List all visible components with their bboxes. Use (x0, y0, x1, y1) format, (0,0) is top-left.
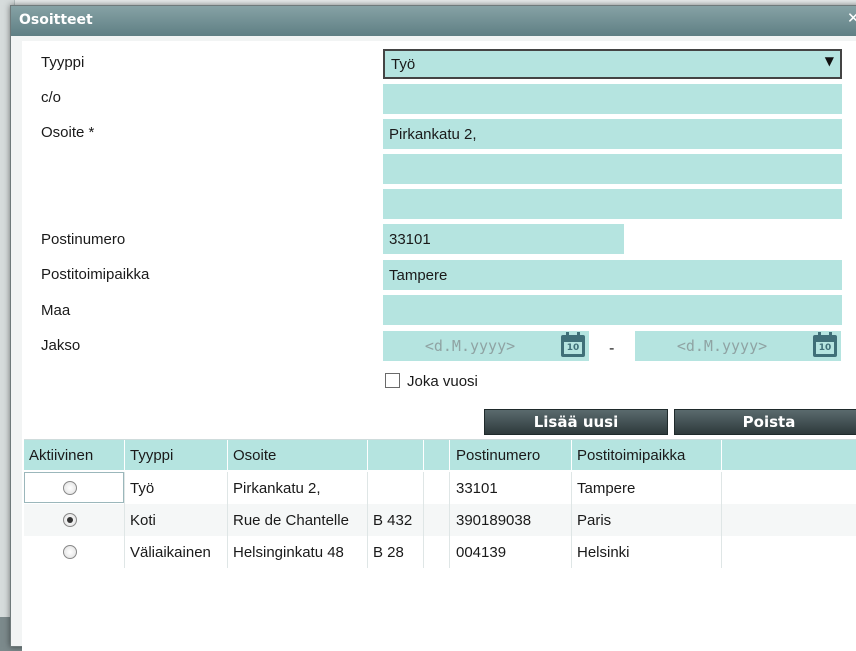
period-label: Jakso (41, 337, 81, 354)
cell-city: Paris (577, 512, 612, 529)
period-start-field[interactable]: <d.M.yyyy> 10 (383, 331, 589, 361)
cell-postal-code: 390189038 (456, 512, 532, 529)
cell-extra: B 28 (373, 544, 404, 561)
column-header-active[interactable]: Aktiivinen (29, 447, 93, 464)
column-header-address[interactable]: Osoite (233, 447, 276, 464)
table-row[interactable]: Väliaikainen Helsinginkatu 48 B 28 00413… (24, 536, 856, 568)
active-radio[interactable] (63, 481, 77, 495)
dialog-content: Tyyppi Työ ▼ c/o Osoite * Postinumero Po… (22, 41, 856, 651)
co-label: c/o (41, 89, 62, 106)
address-line1-input[interactable] (383, 119, 842, 149)
column-header-city[interactable]: Postitoimipaikka (577, 447, 685, 464)
table-row[interactable]: Koti Rue de Chantelle B 432 390189038 Pa… (24, 504, 856, 536)
close-icon[interactable]: ✕ (847, 11, 856, 26)
add-new-button[interactable]: Lisää uusi (484, 409, 668, 435)
type-select[interactable]: Työ ▼ (383, 49, 842, 79)
country-input[interactable] (383, 295, 842, 325)
period-end-placeholder: <d.M.yyyy> (676, 337, 768, 355)
cell-address: Helsinginkatu 48 (233, 544, 344, 561)
chevron-down-icon[interactable]: ▼ (825, 54, 834, 68)
period-start-placeholder: <d.M.yyyy> (424, 337, 516, 355)
dialog-title: Osoitteet (19, 12, 93, 28)
cell-type: Väliaikainen (130, 544, 211, 561)
table-header: Aktiivinen Tyyppi Osoite Postinumero Pos… (24, 439, 856, 471)
type-select-value: Työ (391, 56, 416, 73)
period-end-field[interactable]: <d.M.yyyy> 10 (635, 331, 841, 361)
type-label: Tyyppi (41, 54, 85, 71)
co-input[interactable] (383, 84, 842, 114)
cell-type: Koti (130, 512, 156, 529)
cell-type: Työ (130, 480, 155, 497)
calendar-icon[interactable]: 10 (561, 332, 585, 357)
yearly-checkbox[interactable] (385, 373, 400, 388)
cell-address: Rue de Chantelle (233, 512, 349, 529)
address-label: Osoite * (41, 124, 95, 141)
address-line3-input[interactable] (383, 189, 842, 219)
active-radio[interactable] (63, 545, 77, 559)
calendar-icon[interactable]: 10 (813, 332, 837, 357)
table-row[interactable]: Työ Pirkankatu 2, 33101 Tampere (24, 472, 856, 504)
delete-button[interactable]: Poista (674, 409, 856, 435)
cell-address: Pirkankatu 2, (233, 480, 321, 497)
cell-postal-code: 33101 (456, 480, 498, 497)
column-header-type[interactable]: Tyyppi (130, 447, 173, 464)
dialog-titlebar[interactable]: Osoitteet ✕ (11, 6, 856, 36)
active-radio[interactable] (63, 513, 77, 527)
country-label: Maa (41, 302, 71, 319)
addresses-dialog: Osoitteet ✕ Tyyppi Työ ▼ c/o Osoite * Po… (10, 5, 856, 651)
cell-city: Helsinki (577, 544, 630, 561)
address-line2-input[interactable] (383, 154, 842, 184)
cell-postal-code: 004139 (456, 544, 507, 561)
cell-extra: B 432 (373, 512, 413, 529)
city-label: Postitoimipaikka (41, 266, 150, 283)
postal-code-label: Postinumero (41, 231, 126, 248)
postal-code-input[interactable] (383, 224, 624, 254)
yearly-label: Joka vuosi (407, 373, 478, 390)
cell-city: Tampere (577, 480, 636, 497)
city-input[interactable] (383, 260, 842, 290)
period-separator: - (609, 339, 615, 357)
column-header-postal-code[interactable]: Postinumero (456, 447, 540, 464)
